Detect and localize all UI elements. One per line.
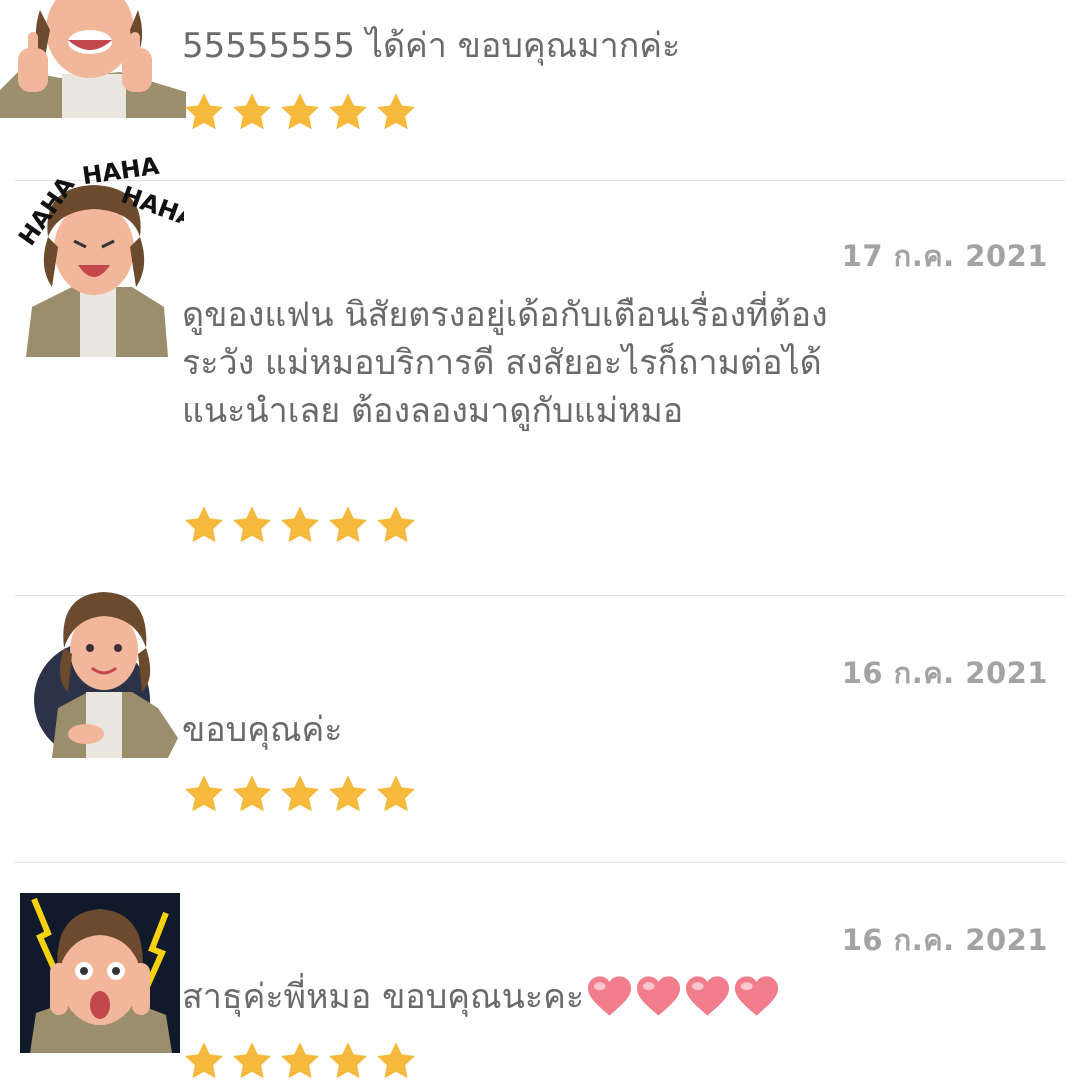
star-icon xyxy=(377,1042,415,1079)
star-icon xyxy=(329,506,367,543)
star-icon xyxy=(281,775,319,812)
star-icon xyxy=(281,93,319,130)
heart-icon xyxy=(637,975,681,1016)
star-icon xyxy=(377,775,415,812)
star-icon xyxy=(185,1042,223,1079)
star-icon xyxy=(233,1042,271,1079)
review-date: 16 ก.ค. 2021 xyxy=(841,923,1048,957)
star-icon xyxy=(329,1042,367,1079)
heart-icon xyxy=(686,975,730,1016)
star-icon xyxy=(377,93,415,130)
star-icon xyxy=(281,1042,319,1079)
star-rating xyxy=(182,772,418,816)
star-icon xyxy=(233,506,271,543)
avatar-thumbs-up-icon xyxy=(0,0,186,118)
star-icon xyxy=(329,775,367,812)
star-icon xyxy=(233,93,271,130)
star-rating xyxy=(182,90,418,134)
avatar-laughing-icon: HAHA HAHA HAHA xyxy=(2,157,184,367)
star-icon xyxy=(329,93,367,130)
review-text: สาธุค่ะพี่หมอ ขอบคุณนะคะ xyxy=(182,973,1042,1021)
review-date: 17 ก.ค. 2021 xyxy=(841,239,1048,273)
heart-icon xyxy=(735,975,779,1016)
review-date: 16 ก.ค. 2021 xyxy=(841,656,1048,690)
review-card: 16 ก.ค. 2021 ขอบคุณค่ะ xyxy=(0,592,1080,862)
heart-icon xyxy=(588,975,632,1016)
heart-emoji-group xyxy=(586,974,780,1018)
review-text: 55555555 ได้ค่า ขอบคุณมากค่ะ xyxy=(182,26,681,66)
star-icon xyxy=(233,775,271,812)
star-icon xyxy=(377,506,415,543)
star-icon xyxy=(185,506,223,543)
review-card: 16 ก.ค. 2021 สาธุค่ะพี่หมอ ขอบคุณนะคะ xyxy=(0,863,1080,1080)
review-card: 55555555 ได้ค่า ขอบคุณมากค่ะ xyxy=(0,0,1080,180)
review-text: ขอบคุณค่ะ xyxy=(182,710,343,750)
star-rating xyxy=(182,1039,418,1083)
star-icon xyxy=(185,775,223,812)
review-text: ดูของแฟน นิสัยตรงอยู่เด้อกับเตือนเรื่องท… xyxy=(182,295,828,431)
avatar-shocked-icon xyxy=(20,893,180,1053)
star-rating xyxy=(182,503,418,547)
review-card: HAHA HAHA HAHA 17 ก.ค. 2021 ดูของแฟน นิส… xyxy=(0,157,1080,595)
star-icon xyxy=(281,506,319,543)
avatar-smiling-icon xyxy=(28,588,184,758)
star-icon xyxy=(185,93,223,130)
review-text-body: สาธุค่ะพี่หมอ ขอบคุณนะคะ xyxy=(182,977,585,1017)
